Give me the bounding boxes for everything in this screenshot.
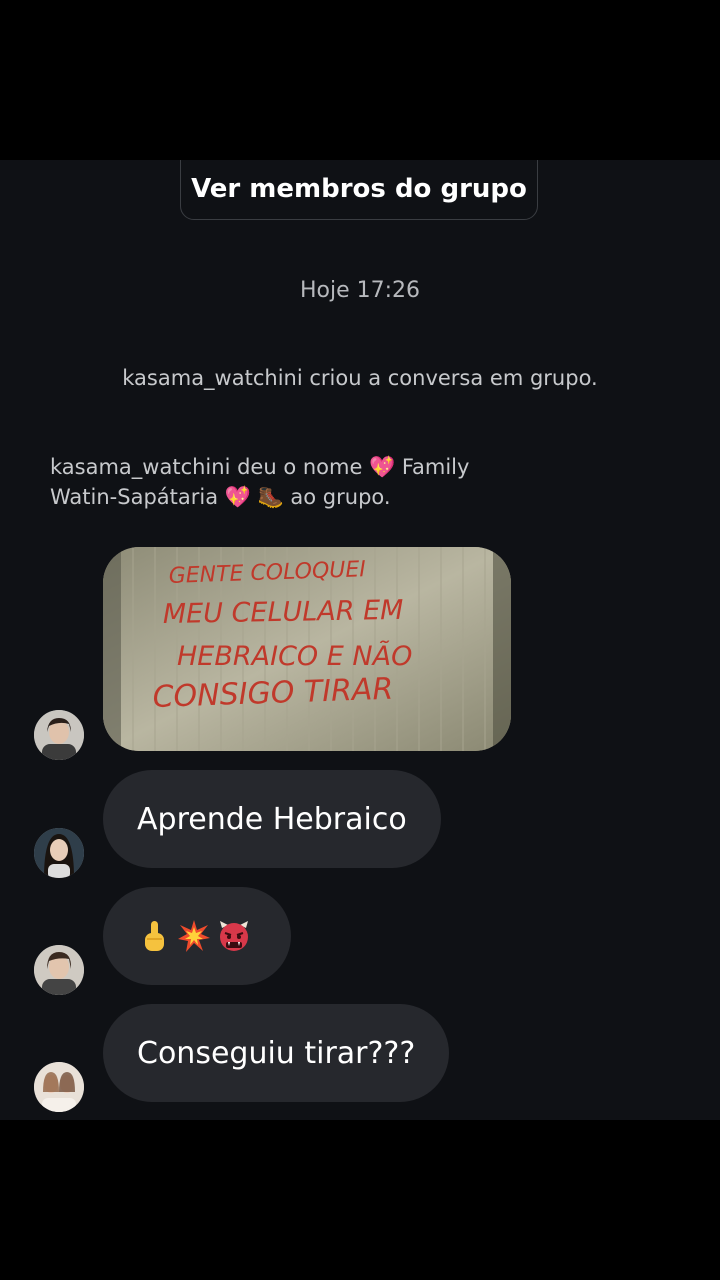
message-text: Aprende Hebraico: [137, 801, 407, 837]
collision-emoji: [177, 919, 211, 953]
system-message-line: kasama_watchini deu o nome 💖 Family: [50, 455, 470, 479]
emoji-row: [137, 919, 251, 953]
avatar[interactable]: [34, 1062, 84, 1112]
photo-message[interactable]: GENTE COLOQUEI MEU CELULAR EM HEBRAICO E…: [103, 547, 511, 751]
ogre-emoji: [217, 919, 251, 953]
view-group-members-button[interactable]: Ver membros do grupo: [180, 160, 538, 220]
message-bubble[interactable]: [103, 887, 291, 985]
avatar[interactable]: [34, 945, 84, 995]
message-text: Conseguiu tirar???: [137, 1035, 416, 1071]
message-bubble[interactable]: Aprende Hebraico: [103, 770, 441, 868]
system-message-created: kasama_watchini criou a conversa em grup…: [122, 366, 598, 390]
photo-text-line: HEBRAICO E NÃO: [177, 640, 412, 672]
system-message-line: Watin-Sapátaria 💖 🥾 ao grupo.: [50, 485, 391, 509]
system-message-renamed: kasama_watchini deu o nome 💖 Family Wati…: [50, 452, 570, 512]
middle-finger-emoji: [137, 919, 171, 953]
avatar[interactable]: [34, 828, 84, 878]
avatar[interactable]: [34, 710, 84, 760]
photo-text-line: MEU CELULAR EM: [163, 595, 404, 630]
chat-screen: Ver membros do grupo Hoje 17:26 kasama_w…: [0, 160, 720, 1120]
photo-image: GENTE COLOQUEI MEU CELULAR EM HEBRAICO E…: [103, 547, 511, 751]
timestamp: Hoje 17:26: [299, 278, 421, 303]
message-bubble[interactable]: Conseguiu tirar???: [103, 1004, 450, 1102]
